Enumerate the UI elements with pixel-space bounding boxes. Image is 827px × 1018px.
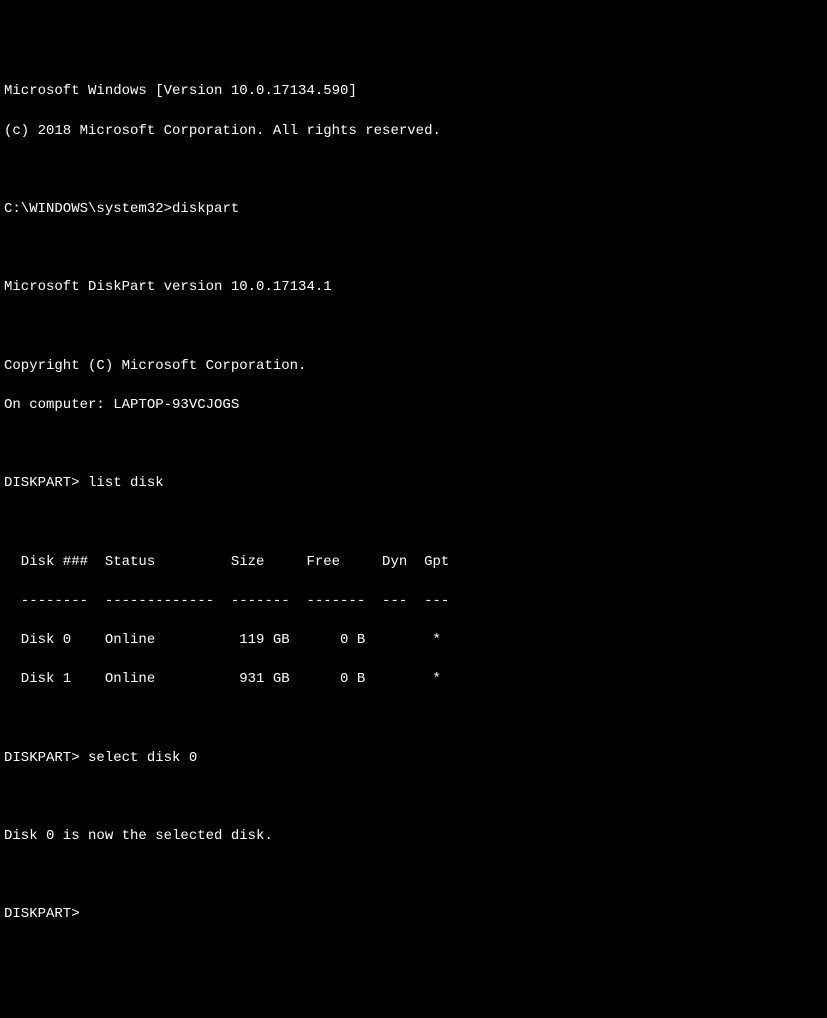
diskpart-prompt-select: DISKPART> select disk 0 — [4, 749, 823, 769]
blank-line — [4, 866, 823, 886]
prompt-path: C:\WINDOWS\system32> — [4, 201, 172, 217]
blank-line — [4, 435, 823, 455]
table-row: Disk 0 Online 119 GB 0 B * — [4, 631, 823, 651]
disk-table-header: Disk ### Status Size Free Dyn Gpt — [4, 553, 823, 573]
table-row: Disk 1 Online 931 GB 0 B * — [4, 670, 823, 690]
windows-version-line: Microsoft Windows [Version 10.0.17134.59… — [4, 82, 823, 102]
windows-copyright-line: (c) 2018 Microsoft Corporation. All righ… — [4, 122, 823, 142]
blank-line — [4, 788, 823, 808]
diskpart-prompt-label: DISKPART> — [4, 906, 80, 922]
diskpart-prompt-active[interactable]: DISKPART> — [4, 905, 823, 925]
blank-line — [4, 513, 823, 533]
blank-line — [4, 239, 823, 259]
diskpart-prompt-list: DISKPART> list disk — [4, 474, 823, 494]
diskpart-computer-line: On computer: LAPTOP-93VCJOGS — [4, 396, 823, 416]
diskpart-version-line: Microsoft DiskPart version 10.0.17134.1 — [4, 278, 823, 298]
diskpart-command-select: select disk 0 — [80, 750, 198, 766]
blank-line — [4, 709, 823, 729]
disk-table-divider: -------- ------------- ------- ------- -… — [4, 592, 823, 612]
command-prompt-line: C:\WINDOWS\system32>diskpart — [4, 200, 823, 220]
prompt-command: diskpart — [172, 201, 239, 217]
diskpart-copyright-line: Copyright (C) Microsoft Corporation. — [4, 357, 823, 377]
diskpart-prompt-label: DISKPART> — [4, 475, 80, 491]
blank-line — [4, 318, 823, 338]
blank-line — [4, 161, 823, 181]
select-result-line: Disk 0 is now the selected disk. — [4, 827, 823, 847]
diskpart-command-list: list disk — [80, 475, 164, 491]
diskpart-prompt-label: DISKPART> — [4, 750, 80, 766]
